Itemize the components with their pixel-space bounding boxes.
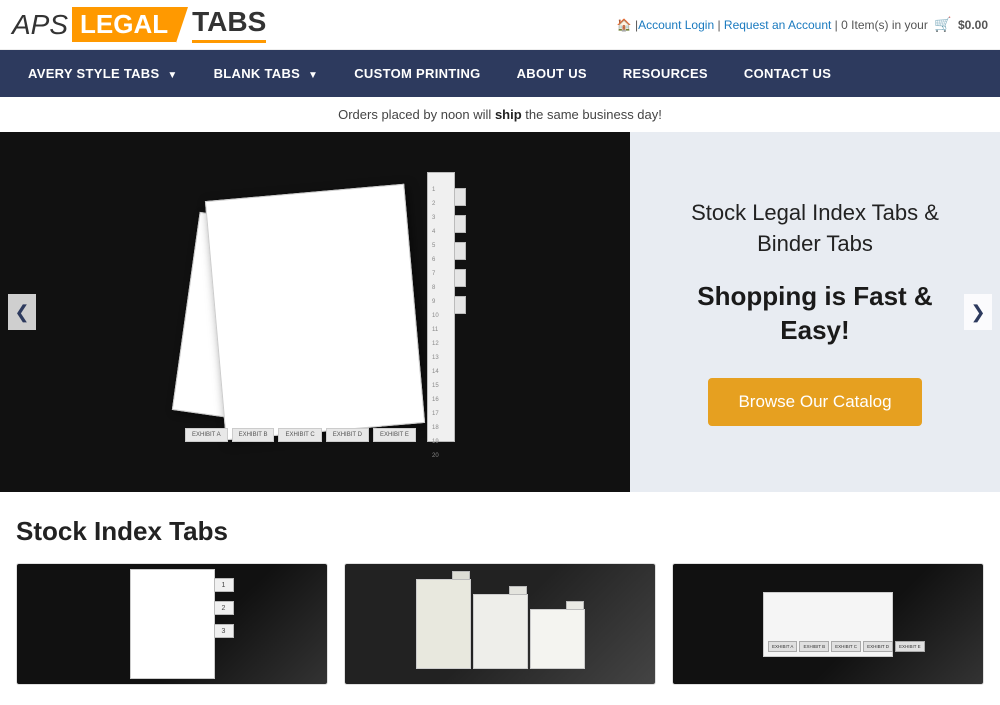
white-tab-1	[416, 579, 471, 669]
stock-item-exhibit[interactable]: EXHIBIT A EXHIBIT B EXHIBIT C EXHIBIT D …	[672, 563, 984, 685]
home-icon[interactable]: 🏠	[617, 18, 632, 32]
white-tab-3	[530, 609, 585, 669]
hero-subtitle: Shopping is Fast & Easy!	[670, 280, 960, 348]
top-links: 🏠 |Account Login | Request an Account | …	[617, 16, 988, 33]
nav-item-blank[interactable]: BLANK TABS ▼	[196, 50, 337, 97]
hero-slider: ❮ 1234567891011121314151617181920 EXHIBI…	[0, 132, 1000, 492]
chevron-down-icon: ▼	[308, 70, 318, 81]
stock-img-white	[345, 564, 655, 684]
chevron-down-icon: ▼	[167, 70, 177, 81]
paper-sheet	[205, 184, 425, 441]
announcement-prefix: Orders placed by noon will	[338, 107, 491, 122]
nav-item-contact[interactable]: CONTACT US	[726, 50, 849, 97]
stock-item-numbered[interactable]: 1 2 3	[16, 563, 328, 685]
next-slide-button[interactable]: ❯	[964, 294, 992, 330]
nav-link-resources[interactable]: RESOURCES	[605, 50, 726, 97]
announcement-bold: ship	[495, 107, 522, 122]
nav-item-custom[interactable]: CUSTOM PRINTING	[336, 50, 498, 97]
nav-item-avery[interactable]: AVERY STYLE TABS ▼	[10, 50, 196, 97]
request-account-link[interactable]: Request an Account	[724, 18, 831, 32]
stock-section-title: Stock Index Tabs	[16, 516, 984, 547]
nav-link-about[interactable]: ABOUT US	[499, 50, 605, 97]
announcement-suffix: the same business day!	[525, 107, 662, 122]
logo[interactable]: APS LEGAL TABS	[12, 6, 266, 43]
nav-item-resources[interactable]: RESOURCES	[605, 50, 726, 97]
bottom-tab-strip: EXHIBIT A EXHIBIT B EXHIBIT C EXHIBIT D …	[185, 428, 416, 442]
white-tab-2	[473, 594, 528, 669]
numbered-tabs-visual: 1 2 3	[130, 569, 215, 679]
tab-strip: 1234567891011121314151617181920	[427, 172, 455, 442]
nav-link-custom[interactable]: CUSTOM PRINTING	[336, 50, 498, 97]
account-login-link[interactable]: Account Login	[638, 18, 714, 32]
main-nav: AVERY STYLE TABS ▼ BLANK TABS ▼ CUSTOM P…	[0, 50, 1000, 97]
nav-link-blank[interactable]: BLANK TABS ▼	[196, 50, 337, 97]
exhibit-tab-row: EXHIBIT A EXHIBIT B EXHIBIT C EXHIBIT D …	[764, 641, 925, 652]
logo-legal: LEGAL	[72, 7, 176, 42]
browse-catalog-button[interactable]: Browse Our Catalog	[708, 378, 921, 426]
hero-image-area: 1234567891011121314151617181920 EXHIBIT …	[0, 132, 630, 492]
prev-slide-button[interactable]: ❮	[8, 294, 36, 330]
tab-numbers: 1 2 3	[214, 578, 234, 638]
stock-item-white[interactable]	[344, 563, 656, 685]
stock-img-numbered: 1 2 3	[17, 564, 327, 684]
cart-total: $0.00	[958, 18, 988, 32]
stock-section: Stock Index Tabs 1 2 3	[0, 492, 1000, 695]
stock-grid: 1 2 3	[16, 563, 984, 685]
nav-link-contact[interactable]: CONTACT US	[726, 50, 849, 97]
exhibit-tabs-visual: EXHIBIT A EXHIBIT B EXHIBIT C EXHIBIT D …	[763, 592, 893, 657]
logo-tabs: TABS	[192, 6, 266, 43]
cart-items-text: 0 Item(s) in your	[841, 18, 928, 32]
announcement-bar: Orders placed by noon will ship the same…	[0, 97, 1000, 132]
stock-img-exhibit: EXHIBIT A EXHIBIT B EXHIBIT C EXHIBIT D …	[673, 564, 983, 684]
white-tabs-visual	[416, 579, 585, 669]
hero-title: Stock Legal Index Tabs & Binder Tabs	[670, 198, 960, 260]
nav-item-about[interactable]: ABOUT US	[499, 50, 605, 97]
top-bar: APS LEGAL TABS 🏠 |Account Login | Reques…	[0, 0, 1000, 50]
exhibit-paper: EXHIBIT A EXHIBIT B EXHIBIT C EXHIBIT D …	[763, 592, 893, 657]
hero-content-area: Stock Legal Index Tabs & Binder Tabs Sho…	[630, 132, 1000, 492]
nav-link-avery[interactable]: AVERY STYLE TABS ▼	[10, 50, 196, 97]
hero-tabs-image: 1234567891011121314151617181920 EXHIBIT …	[155, 172, 475, 452]
tab-paper-numbered: 1 2 3	[130, 569, 215, 679]
cart-icon[interactable]: 🛒	[934, 16, 951, 33]
logo-aps: APS	[12, 9, 68, 41]
